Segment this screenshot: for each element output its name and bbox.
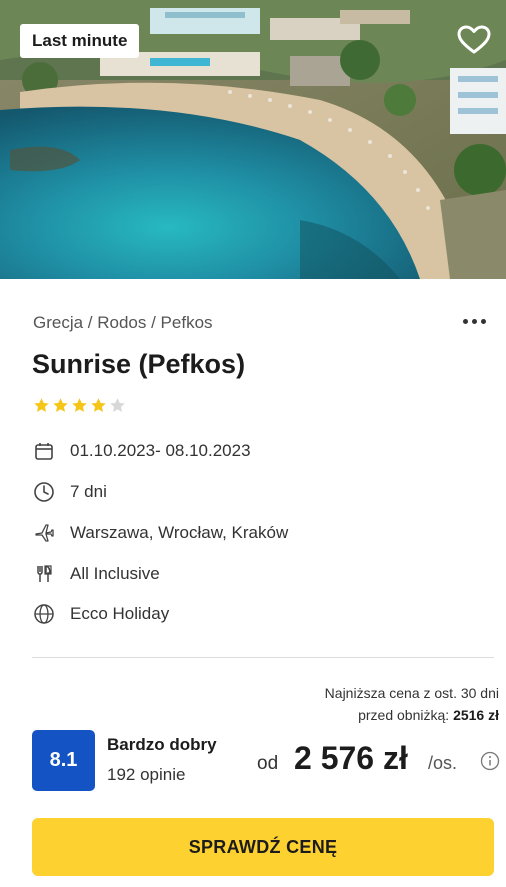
star-rating [33,397,126,414]
price-value: 2 576 zł [294,740,408,776]
price-per-person: /os. [428,753,458,773]
price-prefix: od [257,753,279,774]
star-icon [91,398,106,412]
dates-row: 01.10.2023- 08.10.2023 [32,439,472,463]
lowest-price-line1: Najniższa cena z ost. 30 dni [324,685,499,701]
plane-icon [32,521,56,545]
operator-row: Ecco Holiday [32,602,472,626]
lowest-price-prefix: przed obniżką: [358,707,454,723]
hero-image[interactable]: Last minute [0,0,506,279]
cutlery-icon [32,562,56,586]
offer-card[interactable]: Last minute Grecja / Rodos / Pefkos Sunr… [0,0,506,887]
lowest-price-value: 2516 zł [453,707,499,723]
rating-score: 8.1 [49,749,78,771]
dot-icon [480,318,486,324]
more-options-button[interactable] [456,309,492,333]
star-icon [34,398,49,412]
check-price-button[interactable]: SPRAWDŹ CENĘ [32,818,494,876]
star-icon [72,398,87,412]
star-icon [53,398,68,412]
globe-icon [32,602,56,626]
favorite-button[interactable] [454,22,494,58]
lowest-price-note: Najniższa cena z ost. 30 dni przed obniż… [199,682,499,726]
duration-text: 7 dni [70,482,107,501]
dates-text: 01.10.2023- 08.10.2023 [70,441,251,460]
dot-icon [471,318,477,324]
calendar-icon [32,439,56,463]
heart-icon [457,25,491,54]
last-minute-badge: Last minute [20,24,140,58]
star-icon [110,398,125,412]
reviews-count[interactable]: 192 opinie [107,765,185,785]
operator-text: Ecco Holiday [70,604,170,623]
divider [32,657,494,658]
departure-text: Warszawa, Wrocław, Kraków [70,523,289,542]
last-minute-label: Last minute [32,31,128,50]
lowest-price-line2: przed obniżką: 2516 zł [199,704,499,726]
dot-icon [462,318,468,324]
board-text: All Inclusive [70,564,160,583]
departure-row: Warszawa, Wrocław, Kraków [32,521,472,545]
clock-icon [32,480,56,504]
rating-score-badge[interactable]: 8.1 [32,730,95,791]
breadcrumb[interactable]: Grecja / Rodos / Pefkos [33,313,213,333]
rating-label: Bardzo dobry [107,735,217,754]
duration-row: 7 dni [32,480,472,504]
board-row: All Inclusive [32,562,472,586]
info-icon[interactable] [480,751,500,771]
hotel-title[interactable]: Sunrise (Pefkos) [32,349,245,380]
